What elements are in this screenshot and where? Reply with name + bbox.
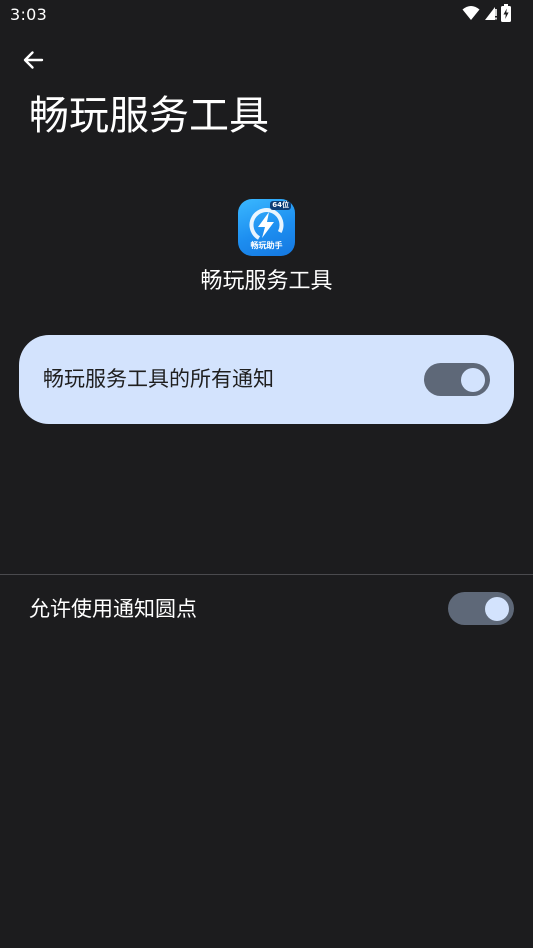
app-icon-badge: 64位 [270, 201, 291, 210]
battery-charging-icon [501, 4, 511, 26]
status-time: 3:03 [10, 5, 48, 24]
switch-thumb [485, 596, 509, 621]
notification-dot-toggle-row[interactable]: 允许使用通知圆点 [0, 580, 533, 640]
notification-dot-label: 允许使用通知圆点 [29, 597, 197, 621]
cell-signal-icon [484, 5, 497, 25]
app-notification-settings-screen: 3:03 畅玩服务工具 64位 畅玩助手 畅玩服务工具 畅玩服务工具的所有通知 … [0, 0, 533, 948]
app-icon: 64位 畅玩助手 [238, 199, 295, 256]
app-icon-label: 畅玩助手 [250, 241, 283, 250]
switch-thumb [461, 367, 485, 392]
all-notifications-switch[interactable] [424, 363, 490, 396]
all-notifications-label: 畅玩服务工具的所有通知 [43, 367, 274, 391]
all-notifications-toggle-row[interactable]: 畅玩服务工具的所有通知 [19, 335, 514, 424]
wifi-icon [462, 5, 480, 25]
app-name: 畅玩服务工具 [200, 269, 333, 294]
back-button[interactable] [12, 42, 54, 82]
divider [0, 574, 533, 575]
arrow-back-icon [22, 49, 44, 75]
notification-dot-switch[interactable] [448, 592, 514, 625]
page-title: 畅玩服务工具 [29, 93, 269, 139]
status-bar: 3:03 [0, 0, 533, 30]
status-icons [462, 4, 511, 26]
